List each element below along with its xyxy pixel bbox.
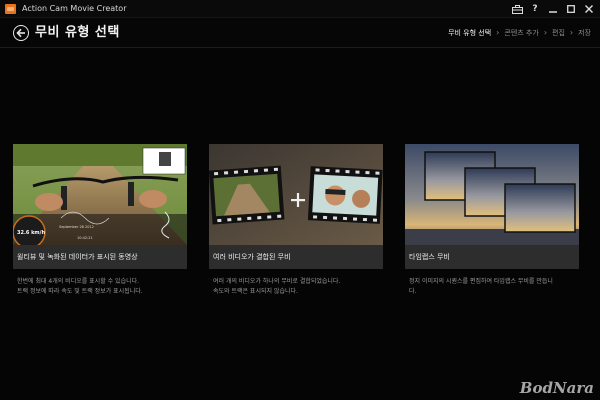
- card-description-line: 정지 이미지의 시퀀스를 편집하여 타임랩스 무비를 만듭니: [409, 278, 553, 285]
- arrow-left-icon: [16, 28, 25, 38]
- chevron-right-icon: ›: [569, 28, 574, 37]
- card-title: 타임랩스 무비: [405, 245, 579, 269]
- card-description-line: 한번에 최대 4개의 비디오를 표시할 수 있습니다.: [17, 278, 140, 285]
- card-description-line: 트랙 정보에 따라 속도 및 트랙 정보가 표시됩니다.: [17, 288, 143, 295]
- card-description-line: 속도와 트랙은 표시되지 않습니다.: [213, 288, 298, 295]
- back-button[interactable]: [13, 25, 29, 41]
- app-title: Action Cam Movie Creator: [22, 4, 127, 13]
- step-edit[interactable]: 편집: [552, 28, 565, 38]
- close-icon[interactable]: [581, 2, 597, 16]
- combined-thumbnail: [209, 144, 383, 245]
- timelapse-thumbnail: [405, 144, 579, 245]
- step-movie-type[interactable]: 무비 유형 선택: [448, 28, 491, 38]
- speed-readout: 32.6 km/h: [17, 230, 45, 236]
- card-description-line: 다.: [409, 288, 417, 295]
- card-title: 여러 비디오가 결합된 무비: [209, 245, 383, 269]
- date-readout: September 28 2012: [59, 225, 94, 229]
- help-icon[interactable]: ?: [527, 2, 543, 16]
- card-description: 정지 이미지의 시퀀스를 편집하여 타임랩스 무비를 만듭니 다.: [409, 277, 577, 297]
- movie-type-card-timelapse[interactable]: 타임랩스 무비 정지 이미지의 시퀀스를 편집하여 타임랩스 무비를 만듭니 다…: [405, 144, 579, 304]
- toolbox-icon[interactable]: [509, 2, 525, 16]
- telemetry-thumbnail: 32.6 km/h September 28 2012 10:42:21: [13, 144, 187, 245]
- card-title: 윌티뷰 및 녹화된 데이터가 표시된 동영상: [13, 245, 187, 269]
- watermark: BodNara: [519, 379, 594, 397]
- maximize-icon[interactable]: [563, 2, 579, 16]
- wizard-steps: 무비 유형 선택 › 콘텐츠 추가 › 편집 › 저장: [448, 28, 591, 38]
- step-save[interactable]: 저장: [578, 28, 591, 38]
- time-readout: 10:42:21: [77, 236, 93, 240]
- movie-type-card-combined[interactable]: 여러 비디오가 결합된 무비 여러 개의 비디오가 하나의 무비로 결합되었습니…: [209, 144, 383, 304]
- movie-type-card-telemetry[interactable]: 32.6 km/h September 28 2012 10:42:21 윌티뷰…: [13, 144, 187, 304]
- title-bar: Action Cam Movie Creator ?: [0, 0, 600, 18]
- card-description: 여러 개의 비디오가 하나의 무비로 결합되었습니다. 속도와 트랙은 표시되지…: [213, 277, 381, 297]
- step-add-content[interactable]: 콘텐츠 추가: [504, 28, 538, 38]
- chevron-right-icon: ›: [543, 28, 548, 37]
- card-description: 한번에 최대 4개의 비디오를 표시할 수 있습니다. 트랙 정보에 따라 속도…: [17, 277, 185, 297]
- minimize-icon[interactable]: [545, 2, 561, 16]
- card-description-line: 여러 개의 비디오가 하나의 무비로 결합되었습니다.: [213, 278, 341, 285]
- wizard-header: 무비 유형 선택 무비 유형 선택 › 콘텐츠 추가 › 편집 › 저장: [0, 18, 600, 48]
- chevron-right-icon: ›: [496, 28, 500, 37]
- page-title: 무비 유형 선택: [35, 25, 120, 40]
- app-icon: [5, 4, 16, 14]
